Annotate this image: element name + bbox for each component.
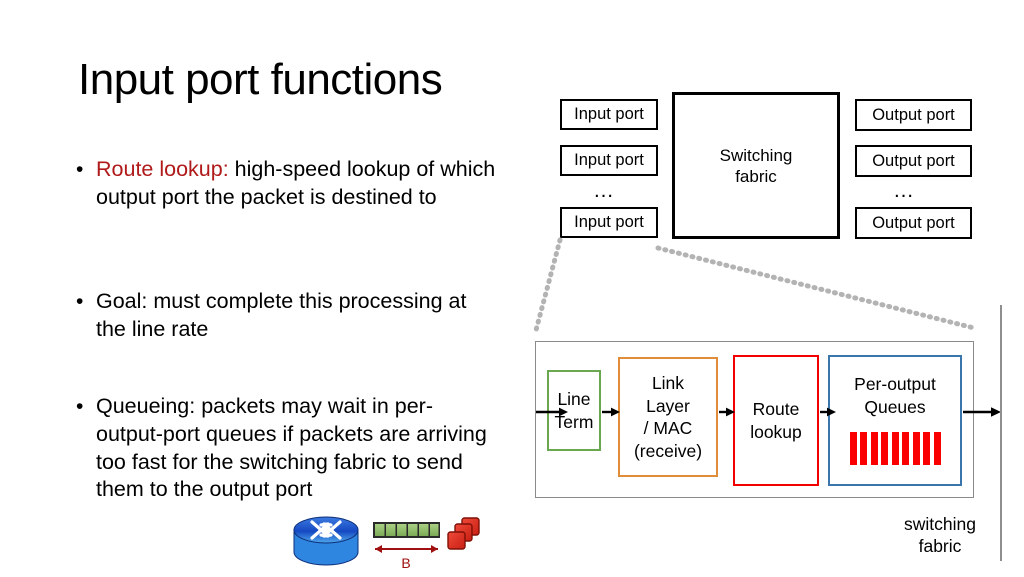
queue-bar bbox=[912, 432, 920, 465]
buffer-size-arrow bbox=[375, 545, 438, 553]
bullet-goal: • Goal: must complete this processing at… bbox=[76, 288, 496, 344]
bullet-body: Queueing: packets may wait in per-output… bbox=[96, 394, 487, 502]
bullet-route-lookup: • Route lookup: high-speed lookup of whi… bbox=[76, 156, 496, 212]
stage-route-lookup: Route lookup bbox=[733, 355, 819, 486]
zoom-connector-lines bbox=[532, 237, 977, 337]
router-buffer-clipart: B bbox=[290, 508, 490, 572]
queue-bar bbox=[870, 432, 878, 465]
bullet-lead-route-lookup: Route lookup: bbox=[96, 157, 229, 181]
router-icon bbox=[293, 516, 359, 566]
input-port-box: Input port bbox=[560, 145, 658, 176]
bullet-marker: • bbox=[76, 290, 84, 313]
queue-bar bbox=[860, 432, 867, 465]
switching-fabric-caption: switching fabric bbox=[904, 514, 976, 556]
clipart-svg: B bbox=[293, 516, 480, 571]
queue-bars bbox=[849, 432, 941, 465]
output-port-box: Output port bbox=[855, 99, 972, 131]
output-port-box: Output port bbox=[855, 207, 972, 239]
input-port-box: Input port bbox=[560, 99, 658, 130]
output-port-box: Output port bbox=[855, 145, 972, 177]
bullet-marker: • bbox=[76, 158, 84, 181]
queue-bar bbox=[933, 432, 941, 465]
queue-bar bbox=[902, 432, 909, 465]
stage-per-output-queues: Per-output Queues bbox=[828, 355, 962, 486]
detail-flow-arrows bbox=[536, 407, 1001, 417]
switching-fabric-box: Switching fabric bbox=[672, 92, 840, 239]
input-port-box: Input port bbox=[560, 207, 658, 238]
bullet-body: Goal: must complete this processing at t… bbox=[96, 289, 467, 341]
bullet-queueing: • Queueing: packets may wait in per-outp… bbox=[76, 393, 496, 504]
queue-bar bbox=[923, 432, 930, 465]
output-ports-ellipsis: … bbox=[893, 179, 916, 202]
connector-right bbox=[655, 245, 977, 331]
bullet-text: Route lookup: high-speed lookup of which… bbox=[96, 156, 496, 212]
input-ports-ellipsis: … bbox=[593, 179, 616, 202]
connector-left bbox=[532, 237, 563, 337]
bullet-marker: • bbox=[76, 395, 84, 418]
queue-bar bbox=[849, 432, 857, 465]
packets-icon bbox=[447, 517, 480, 550]
page-title: Input port functions bbox=[78, 55, 443, 104]
buffer-size-label: B bbox=[401, 555, 410, 571]
router-architecture-diagram: Input port Input port Input port … Switc… bbox=[550, 88, 990, 248]
switching-fabric-boundary-line bbox=[1000, 305, 1002, 561]
buffer-icon bbox=[373, 522, 440, 538]
input-port-detail-panel: Line Term Link Layer / MAC (receive) Route lo… bbox=[535, 341, 1001, 498]
queue-bar bbox=[881, 432, 888, 465]
switching-fabric-label: Switching fabric bbox=[719, 145, 793, 186]
queue-bar bbox=[891, 432, 899, 465]
